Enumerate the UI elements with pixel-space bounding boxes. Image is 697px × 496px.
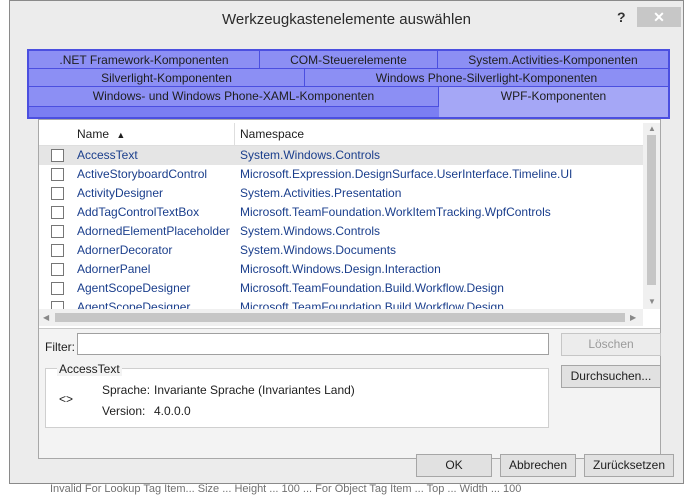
component-list: Name ▲ Namespace AccessText System.Windo… (39, 120, 660, 329)
column-name-header[interactable]: Name ▲ (77, 127, 125, 141)
tab-windows-xaml[interactable]: Windows- und Windows Phone-XAML-Komponen… (29, 87, 439, 107)
item-name: AddTagControlTextBox (77, 205, 200, 219)
item-name: AdornedElementPlaceholder (77, 224, 230, 238)
item-namespace: Microsoft.TeamFoundation.Build.Workflow.… (240, 281, 504, 295)
item-checkbox[interactable] (51, 244, 64, 257)
info-box (45, 368, 549, 428)
scroll-up-icon[interactable]: ▲ (648, 124, 656, 133)
info-box-title: AccessText (57, 362, 122, 376)
version-label: Version: (102, 404, 146, 418)
list-item[interactable]: AgentScopeDesigner Microsoft.TeamFoundat… (39, 298, 643, 309)
choose-toolbox-items-dialog: Werkzeugkastenelemente auswählen ? ✕ .NE… (9, 0, 684, 484)
help-button[interactable]: ? (617, 9, 626, 25)
title-bar: Werkzeugkastenelemente auswählen ? ✕ (10, 1, 683, 39)
reset-button[interactable]: Zurücksetzen (584, 454, 674, 477)
background-app-text: Invalid For Lookup Tag Item... Size ... … (50, 483, 522, 495)
item-checkbox[interactable] (51, 282, 64, 295)
sort-up-icon: ▲ (116, 130, 126, 140)
scroll-right-icon[interactable]: ▶ (630, 313, 636, 322)
vertical-scroll-thumb[interactable] (647, 135, 656, 285)
tab-windows-phone-silverlight[interactable]: Windows Phone-Silverlight-Komponenten (305, 69, 668, 87)
language-line: Sprache: Invariante Sprache (Invariantes … (102, 383, 355, 397)
filter-label: Filter: (45, 340, 75, 354)
list-item[interactable]: ActiveStoryboardControl Microsoft.Expres… (39, 165, 643, 184)
list-item[interactable]: AgentScopeDesigner Microsoft.TeamFoundat… (39, 279, 643, 298)
item-checkbox[interactable] (51, 168, 64, 181)
item-namespace: Microsoft.Expression.DesignSurface.UserI… (240, 167, 573, 181)
list-item[interactable]: AdornerPanel Microsoft.Windows.Design.In… (39, 260, 643, 279)
vertical-scrollbar[interactable]: ▲ ▼ (643, 123, 660, 309)
item-checkbox[interactable] (51, 225, 64, 238)
item-name: AdornerPanel (77, 262, 151, 276)
item-checkbox[interactable] (51, 263, 64, 276)
item-namespace: Microsoft.Windows.Design.Interaction (240, 262, 441, 276)
tab-silverlight[interactable]: Silverlight-Komponenten (29, 69, 305, 87)
item-checkbox[interactable] (51, 187, 64, 200)
item-name: AgentScopeDesigner (77, 281, 191, 295)
list-item[interactable]: AdornerDecorator System.Windows.Document… (39, 241, 643, 260)
item-namespace: System.Windows.Documents (240, 243, 397, 257)
item-name: AdornerDecorator (77, 243, 173, 257)
item-name: AccessText (77, 148, 138, 162)
list-item[interactable]: AdornedElementPlaceholder System.Windows… (39, 222, 643, 241)
item-namespace: Microsoft.TeamFoundation.WorkItemTrackin… (240, 205, 551, 219)
ok-button[interactable]: OK (416, 454, 492, 477)
background-app-right (683, 0, 697, 496)
tab-system-activities[interactable]: System.Activities-Komponenten (438, 51, 668, 69)
tab-panel: Name ▲ Namespace AccessText System.Windo… (38, 119, 661, 459)
component-icon: <> (59, 392, 74, 406)
item-checkbox[interactable] (51, 206, 64, 219)
version-value: 4.0.0.0 (154, 404, 191, 418)
filter-input[interactable] (77, 333, 549, 355)
item-namespace: System.Windows.Controls (240, 224, 381, 238)
item-checkbox[interactable] (51, 301, 64, 309)
cancel-button[interactable]: Abbrechen (500, 454, 576, 477)
version-line: Version: 4.0.0.0 (102, 404, 191, 418)
tab-wpf[interactable]: WPF-Komponenten (439, 87, 668, 117)
close-button[interactable]: ✕ (637, 7, 681, 27)
scroll-left-icon[interactable]: ◀ (43, 313, 49, 322)
clear-button[interactable]: Löschen (561, 333, 661, 356)
item-name: AgentScopeDesigner (77, 300, 191, 309)
scroll-down-icon[interactable]: ▼ (648, 297, 656, 306)
language-label: Sprache: (102, 383, 151, 397)
component-tabs: .NET Framework-Komponenten COM-Steuerele… (27, 49, 670, 119)
tab-net-framework[interactable]: .NET Framework-Komponenten (29, 51, 260, 69)
item-name: ActivityDesigner (77, 186, 164, 200)
horizontal-scrollbar[interactable]: ◀ ▶ (39, 309, 643, 326)
tab-com[interactable]: COM-Steuerelemente (260, 51, 438, 69)
column-namespace-header[interactable]: Namespace (240, 127, 304, 141)
language-value: Invariante Sprache (Invariantes Land) (154, 383, 355, 397)
item-namespace: System.Activities.Presentation (240, 186, 402, 200)
browse-button[interactable]: Durchsuchen... (561, 365, 661, 388)
list-item[interactable]: AccessText System.Windows.Controls (39, 146, 643, 165)
item-namespace: System.Windows.Controls (240, 148, 381, 162)
list-item[interactable]: AddTagControlTextBox Microsoft.TeamFound… (39, 203, 643, 222)
dialog-title: Werkzeugkastenelemente auswählen (221, 11, 472, 28)
item-namespace: Microsoft.TeamFoundation.Build.Workflow.… (240, 300, 504, 309)
item-name: ActiveStoryboardControl (77, 167, 208, 181)
item-checkbox[interactable] (51, 149, 64, 162)
list-item[interactable]: ActivityDesigner System.Activities.Prese… (39, 184, 643, 203)
column-separator[interactable] (234, 123, 235, 145)
horizontal-scroll-thumb[interactable] (55, 313, 625, 322)
list-header: Name ▲ Namespace (39, 123, 643, 146)
